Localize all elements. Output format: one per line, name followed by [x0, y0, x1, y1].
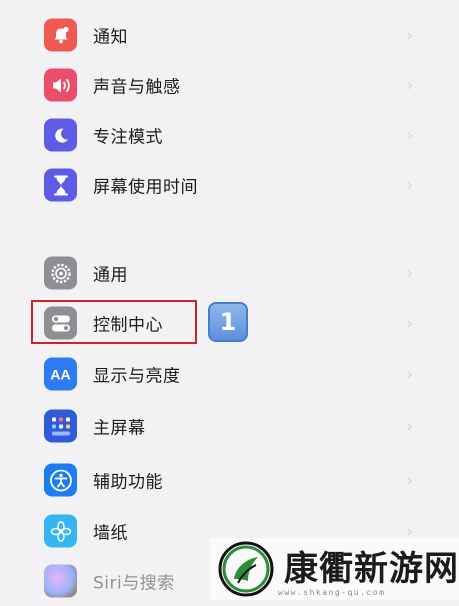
highlight-box	[31, 300, 197, 344]
settings-row-display[interactable]: AA 显示与亮度 ›	[0, 349, 459, 399]
settings-row-accessibility[interactable]: 辅助功能 ›	[0, 455, 459, 505]
gear-icon	[44, 256, 77, 290]
settings-row-label: 辅助功能	[93, 472, 163, 493]
settings-row-screen-time[interactable]: 屏幕使用时间 ›	[0, 160, 459, 210]
settings-row-focus[interactable]: 专注模式 ›	[0, 110, 459, 160]
settings-row-home-screen[interactable]: 主屏幕 ›	[0, 401, 459, 451]
home-grid-icon	[44, 409, 77, 443]
chevron-right-icon: ›	[406, 313, 413, 333]
settings-row-notifications[interactable]: 通知 ›	[0, 10, 459, 60]
chevron-right-icon: ›	[406, 25, 413, 45]
chevron-right-icon: ›	[406, 175, 413, 195]
step-number-badge: 1	[208, 302, 248, 342]
chevron-right-icon: ›	[406, 125, 413, 145]
settings-row-label: 屏幕使用时间	[93, 177, 198, 198]
chevron-right-icon: ›	[406, 263, 413, 283]
bell-badge-icon	[44, 18, 77, 52]
accessibility-icon	[44, 463, 77, 497]
chevron-right-icon: ›	[406, 364, 413, 384]
siri-icon	[44, 564, 77, 598]
settings-row-sounds[interactable]: 声音与触感 ›	[0, 60, 459, 110]
settings-row-label: 声音与触感	[93, 77, 181, 98]
hourglass-icon	[44, 168, 77, 202]
settings-row-label: 主屏幕	[93, 418, 146, 439]
chevron-right-icon: ›	[406, 416, 413, 436]
settings-row-label: 通知	[93, 27, 128, 48]
moon-icon	[44, 118, 77, 152]
settings-row-label: 显示与亮度	[93, 366, 181, 387]
watermark-brand: 康衢新游网	[284, 549, 459, 589]
watermark-url: www.shkang-qu.com	[278, 588, 386, 597]
settings-row-label: 墙纸	[93, 523, 128, 544]
settings-row-label: 专注模式	[93, 127, 163, 148]
settings-row-label: Siri与搜索	[93, 573, 175, 594]
chevron-right-icon: ›	[406, 75, 413, 95]
text-size-icon: AA	[44, 357, 77, 391]
watermark-logo	[216, 539, 276, 599]
chevron-right-icon: ›	[406, 470, 413, 490]
settings-row-general[interactable]: 通用 ›	[0, 248, 459, 298]
flower-icon	[44, 514, 77, 548]
speaker-icon	[44, 68, 77, 102]
settings-row-label: 通用	[93, 265, 128, 286]
